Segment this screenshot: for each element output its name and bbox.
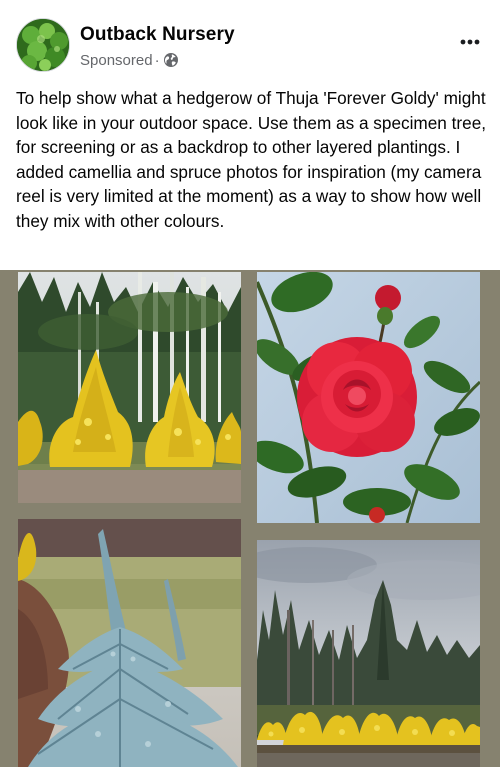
post-meta: Sponsored · (80, 51, 179, 69)
meta-separator: · (154, 51, 160, 69)
post-header: Outback Nursery Sponsored · (0, 0, 500, 80)
more-options-icon[interactable] (458, 30, 482, 54)
photo-blue-spruce[interactable] (18, 519, 241, 767)
post-body-text: To help show what a hedgerow of Thuja 'F… (16, 88, 487, 231)
photo-red-camellia[interactable] (257, 272, 480, 523)
page-name-link[interactable]: Outback Nursery (80, 24, 235, 46)
photo-thuja-row[interactable] (18, 272, 241, 503)
photo-grid (0, 270, 500, 767)
sponsored-post-card: Outback Nursery Sponsored · To help show… (0, 0, 500, 767)
globe-icon (163, 52, 179, 68)
photo-hedgerow-landscape[interactable] (257, 540, 480, 767)
page-avatar[interactable] (16, 18, 70, 72)
sponsored-label[interactable]: Sponsored (80, 52, 153, 69)
